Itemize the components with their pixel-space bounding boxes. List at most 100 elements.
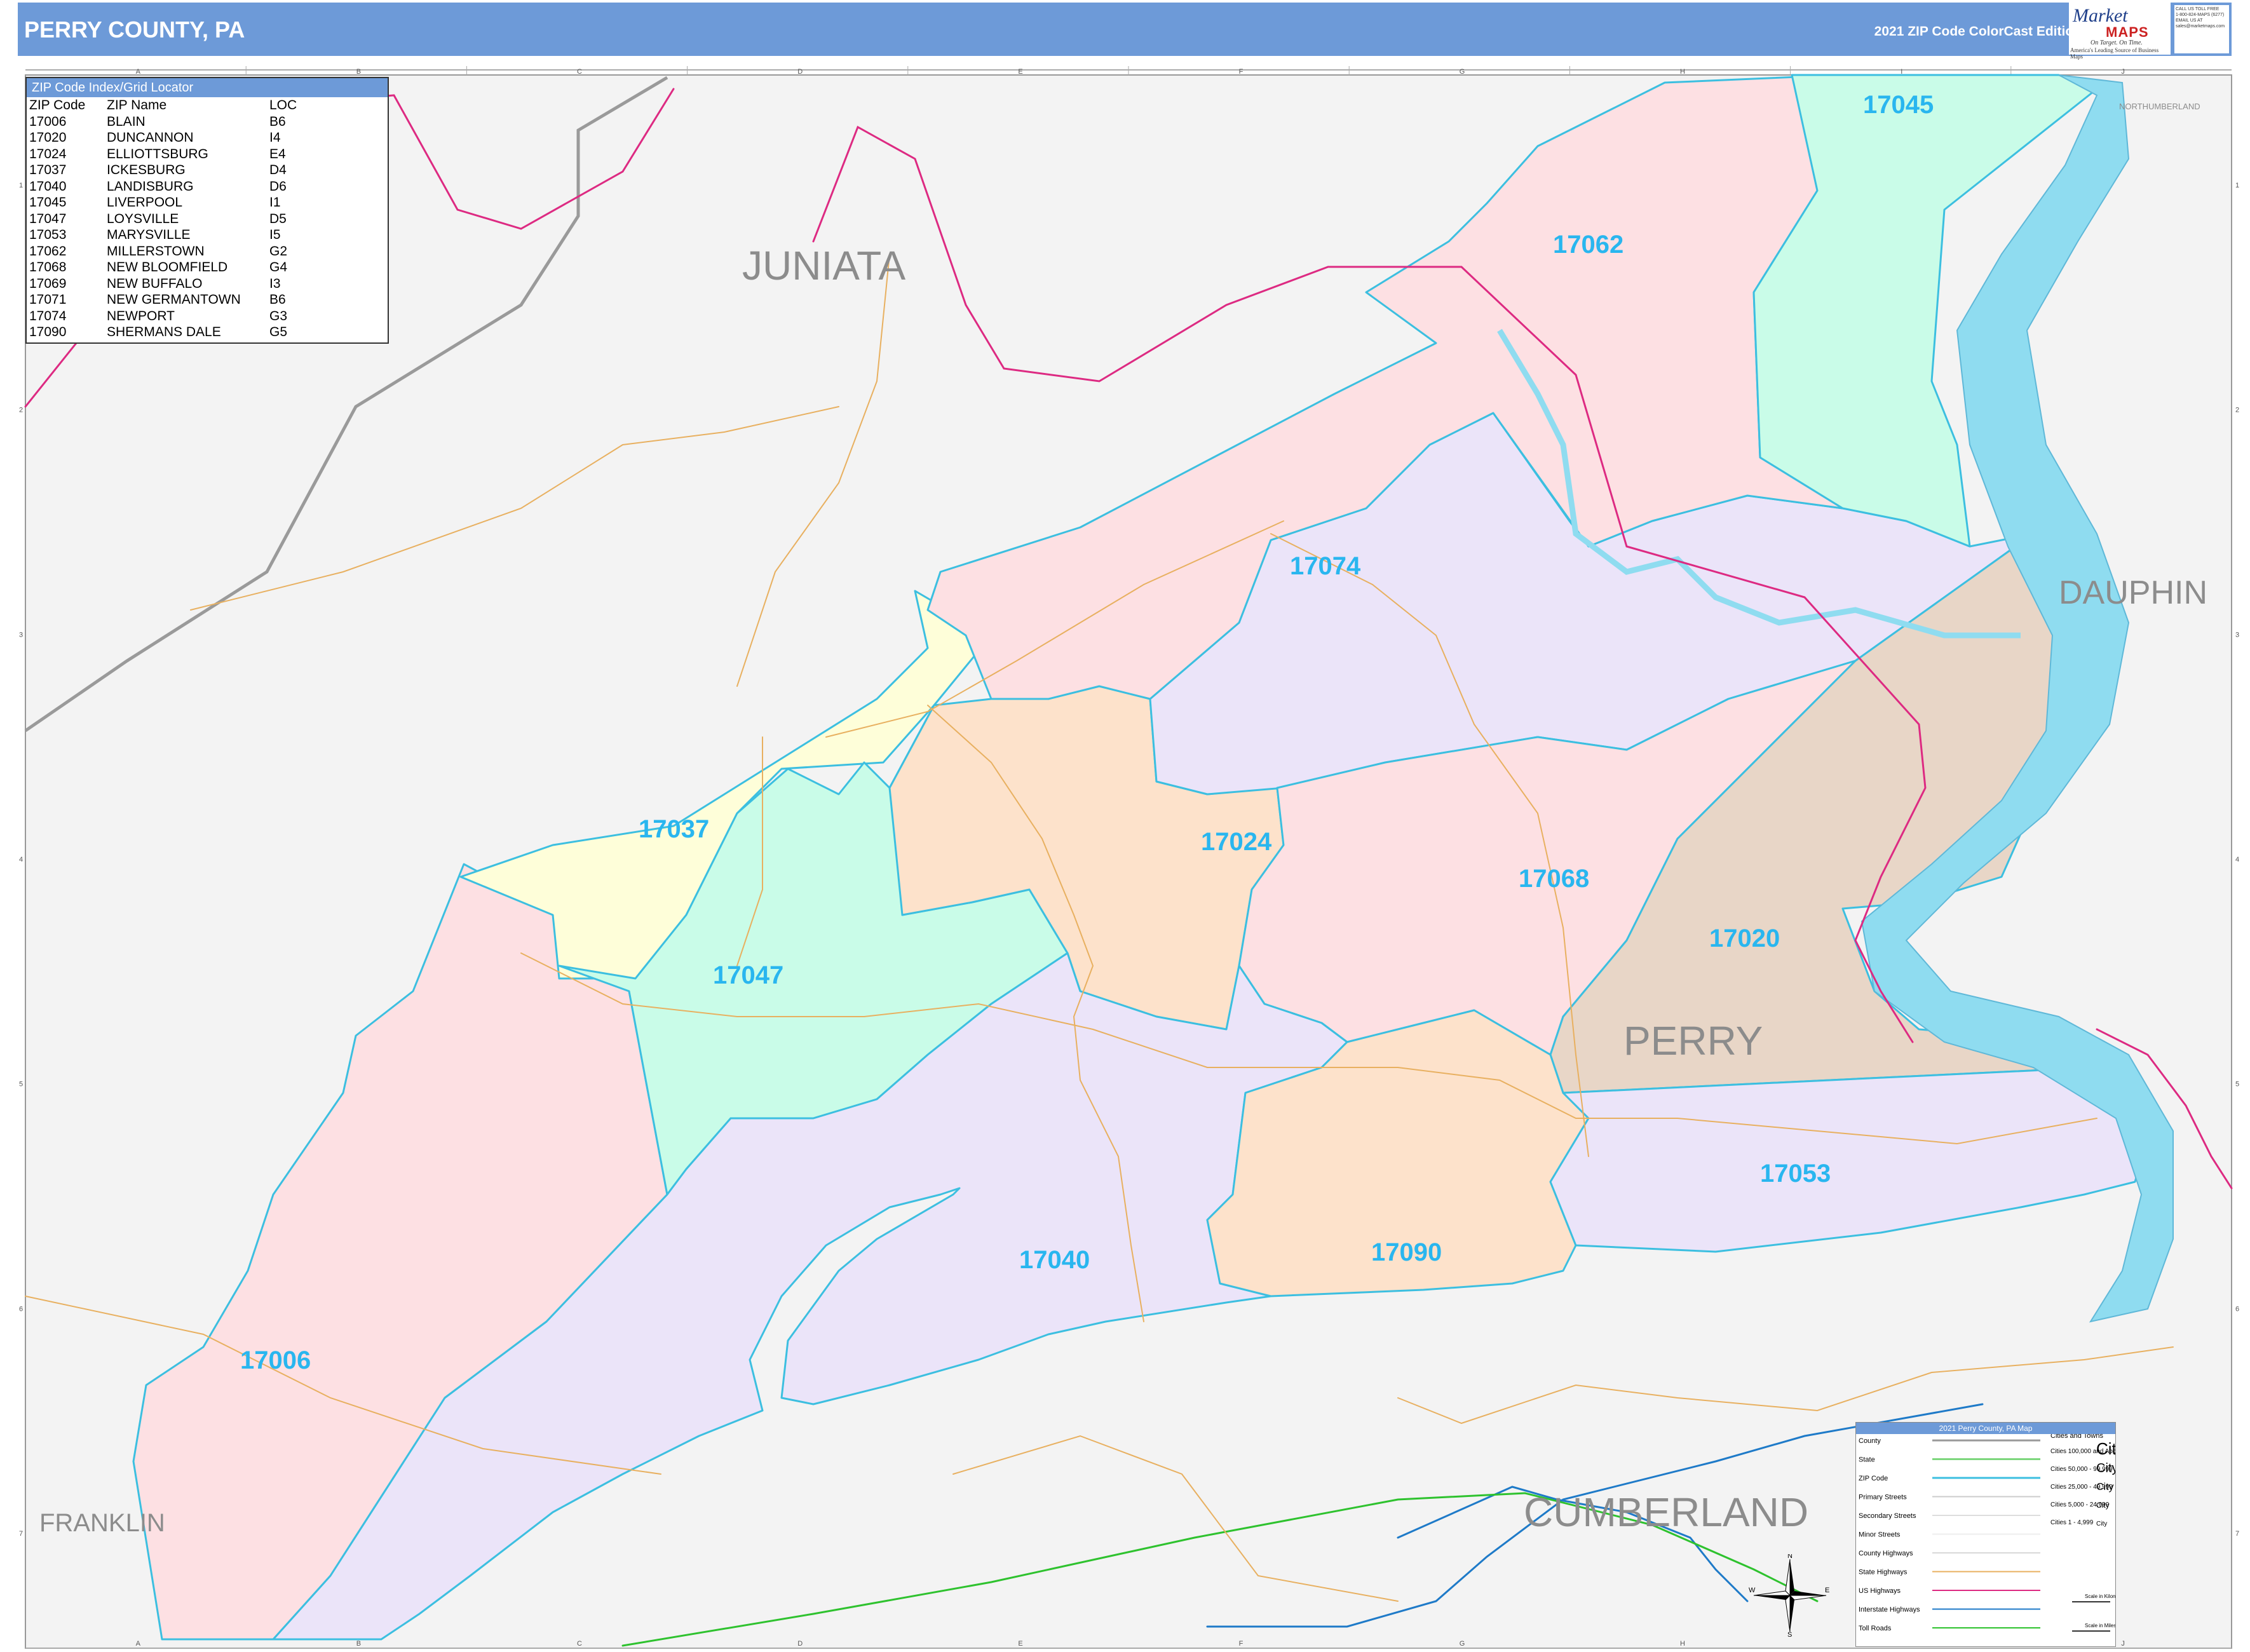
zip-name-cell: NEWPORT bbox=[107, 308, 175, 323]
grid-column-label: F bbox=[1239, 1640, 1244, 1648]
county-label-franklin: FRANKLIN bbox=[39, 1509, 165, 1537]
grid-column-label: J bbox=[2121, 68, 2125, 76]
zip-code-cell: 17047 bbox=[29, 211, 67, 226]
grid-column-label: G bbox=[1460, 1640, 1465, 1648]
table-row: 17006 BLAIN B6 bbox=[29, 114, 297, 130]
table-row: 17020 DUNCANNON I4 bbox=[29, 130, 297, 146]
city-sample: City bbox=[2096, 1520, 2107, 1527]
grid-row-label: 1 bbox=[19, 182, 23, 189]
grid-column-label: E bbox=[1018, 1640, 1022, 1648]
legend-item-label: Toll Roads bbox=[1859, 1625, 1892, 1632]
loc-cell: D5 bbox=[269, 211, 287, 226]
loc-cell: D4 bbox=[269, 163, 287, 177]
legend-item-label: State bbox=[1859, 1456, 1875, 1464]
loc-cell: B6 bbox=[269, 114, 286, 129]
cities-title: Cities and Towns bbox=[2050, 1434, 2103, 1440]
zip-index-table: ZIP Code Index/Grid Locator ZIP Code ZIP… bbox=[25, 77, 389, 344]
zip-code-cell: 17045 bbox=[29, 195, 67, 210]
zip-label-17037: 17037 bbox=[639, 815, 709, 843]
loc-cell: G3 bbox=[269, 308, 288, 323]
table-row: 17074 NEWPORT G3 bbox=[29, 308, 297, 325]
zip-code-cell: 17037 bbox=[29, 163, 67, 177]
loc-cell: G5 bbox=[269, 325, 288, 339]
grid-row-label: 5 bbox=[2235, 1081, 2239, 1088]
table-row: 17068 NEW BLOOMFIELD G4 bbox=[29, 259, 297, 276]
map-legend: 2021 Perry County, PA Map County State ZIP… bbox=[1855, 1422, 2116, 1647]
grid-row-label: 4 bbox=[19, 856, 23, 863]
county-label-cumberland: CUMBERLAND bbox=[1524, 1489, 1808, 1535]
zip-label-17045: 17045 bbox=[1863, 91, 1934, 119]
column-header: ZIP Code bbox=[29, 98, 86, 112]
loc-cell: I4 bbox=[269, 130, 281, 145]
grid-row-label: 2 bbox=[2235, 407, 2239, 414]
zip-label-17047: 17047 bbox=[713, 961, 783, 989]
zip-name-cell: SHERMANS DALE bbox=[107, 325, 221, 339]
column-header: ZIP Name bbox=[107, 98, 167, 112]
index-header-row: ZIP Code ZIP Name LOC bbox=[29, 97, 297, 114]
grid-column-label: C bbox=[577, 1640, 582, 1648]
compass-n: N bbox=[1787, 1554, 1793, 1560]
grid-row-label: 6 bbox=[2235, 1305, 2239, 1313]
zip-label-17024: 17024 bbox=[1201, 828, 1272, 856]
grid-column-label: A bbox=[136, 68, 141, 76]
grid-column-label: B bbox=[356, 1640, 361, 1648]
compass-e: E bbox=[1825, 1587, 1829, 1594]
table-row: 17024 ELLIOTTSBURG E4 bbox=[29, 146, 297, 163]
grid-row-label: 2 bbox=[19, 407, 23, 414]
grid-row-label: 3 bbox=[2235, 631, 2239, 639]
loc-cell: G2 bbox=[269, 243, 288, 259]
grid-row-label: 3 bbox=[19, 631, 23, 639]
zip-code-cell: 17069 bbox=[29, 276, 67, 291]
table-row: 17090 SHERMANS DALE G5 bbox=[29, 324, 297, 341]
table-row: 17071 NEW GERMANTOWN B6 bbox=[29, 292, 297, 308]
index-grid: ZIP Code ZIP Name LOC 17006 BLAIN B6 17020 D… bbox=[29, 97, 297, 341]
table-row: 17053 MARYSVILLE I5 bbox=[29, 227, 297, 243]
legend-item-label: State Highways bbox=[1859, 1569, 1908, 1576]
zip-name-cell: ELLIOTTSBURG bbox=[107, 146, 208, 161]
county-label-northumberland: NORTHUMBERLAND bbox=[2119, 102, 2200, 111]
grid-column-label: G bbox=[1460, 68, 1465, 76]
loc-cell: E4 bbox=[269, 146, 286, 161]
table-row: 17037 ICKESBURG D4 bbox=[29, 162, 297, 179]
county-label-perry: PERRY bbox=[1623, 1018, 1763, 1064]
zip-code-cell: 17090 bbox=[29, 325, 67, 339]
zip-label-17020: 17020 bbox=[1709, 924, 1780, 952]
zip-name-cell: NEW GERMANTOWN bbox=[107, 292, 241, 307]
zip-code-cell: 17006 bbox=[29, 114, 67, 129]
grid-column-label: H bbox=[1680, 68, 1685, 76]
table-row: 17040 LANDISBURG D6 bbox=[29, 179, 297, 195]
compass-s: S bbox=[1787, 1631, 1792, 1637]
legend-item-label: ZIP Code bbox=[1859, 1475, 1888, 1482]
grid-row-label: 7 bbox=[2235, 1530, 2239, 1538]
grid-row-label: 6 bbox=[19, 1305, 23, 1313]
zip-name-cell: DUNCANNON bbox=[107, 130, 194, 145]
loc-cell: I3 bbox=[269, 276, 281, 291]
zip-name-cell: LIVERPOOL bbox=[107, 195, 183, 210]
zip-code-cell: 17053 bbox=[29, 227, 67, 242]
zip-code-cell: 17074 bbox=[29, 308, 67, 323]
legend-item-label: Primary Streets bbox=[1859, 1494, 1907, 1501]
loc-cell: G4 bbox=[269, 260, 288, 274]
grid-column-label: C bbox=[577, 68, 582, 76]
grid-column-label: B bbox=[356, 68, 361, 76]
loc-cell: D6 bbox=[269, 179, 287, 194]
zip-name-cell: MARYSVILLE bbox=[107, 227, 191, 242]
grid-column-label: J bbox=[2121, 1640, 2125, 1648]
legend-item-label: County Highways bbox=[1859, 1550, 1913, 1557]
column-header: LOC bbox=[269, 98, 297, 112]
county-label-juniata: JUNIATA bbox=[742, 243, 906, 288]
grid-row-label: 7 bbox=[19, 1530, 23, 1538]
zip-code-cell: 17020 bbox=[29, 130, 67, 145]
scale-label: Scale in Miles bbox=[2085, 1623, 2115, 1628]
grid-row-label: 5 bbox=[19, 1081, 23, 1088]
legend-item-label: Interstate Highways bbox=[1859, 1606, 1920, 1614]
legend-symbols: County State ZIP Code Primary Streets Second… bbox=[1859, 1434, 2115, 1632]
zip-label-17062: 17062 bbox=[1553, 231, 1623, 259]
zip-label-17074: 17074 bbox=[1290, 552, 1361, 580]
zip-code-cell: 17071 bbox=[29, 292, 67, 307]
zip-label-17053: 17053 bbox=[1760, 1160, 1831, 1188]
grid-column-label: F bbox=[1239, 68, 1244, 76]
loc-cell: B6 bbox=[269, 292, 286, 307]
city-sample: City bbox=[2096, 1482, 2114, 1493]
grid-column-label: A bbox=[136, 1640, 141, 1648]
